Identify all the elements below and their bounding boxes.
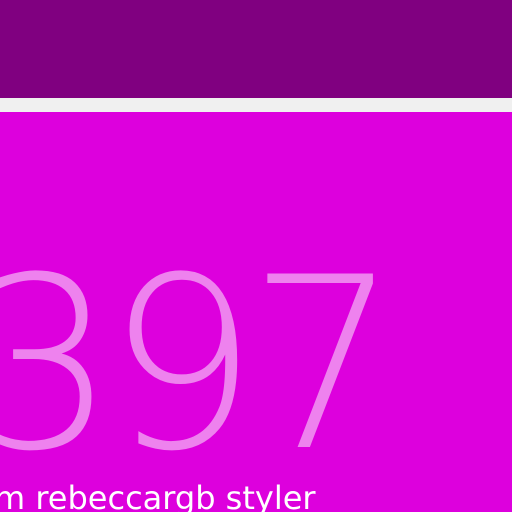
divider: [0, 98, 512, 112]
color-tile: 397 m rebeccargb styler: [0, 112, 512, 512]
tile-number: 397: [0, 227, 399, 504]
tile-caption: m rebeccargb styler: [0, 479, 316, 512]
top-bar: [0, 0, 512, 98]
